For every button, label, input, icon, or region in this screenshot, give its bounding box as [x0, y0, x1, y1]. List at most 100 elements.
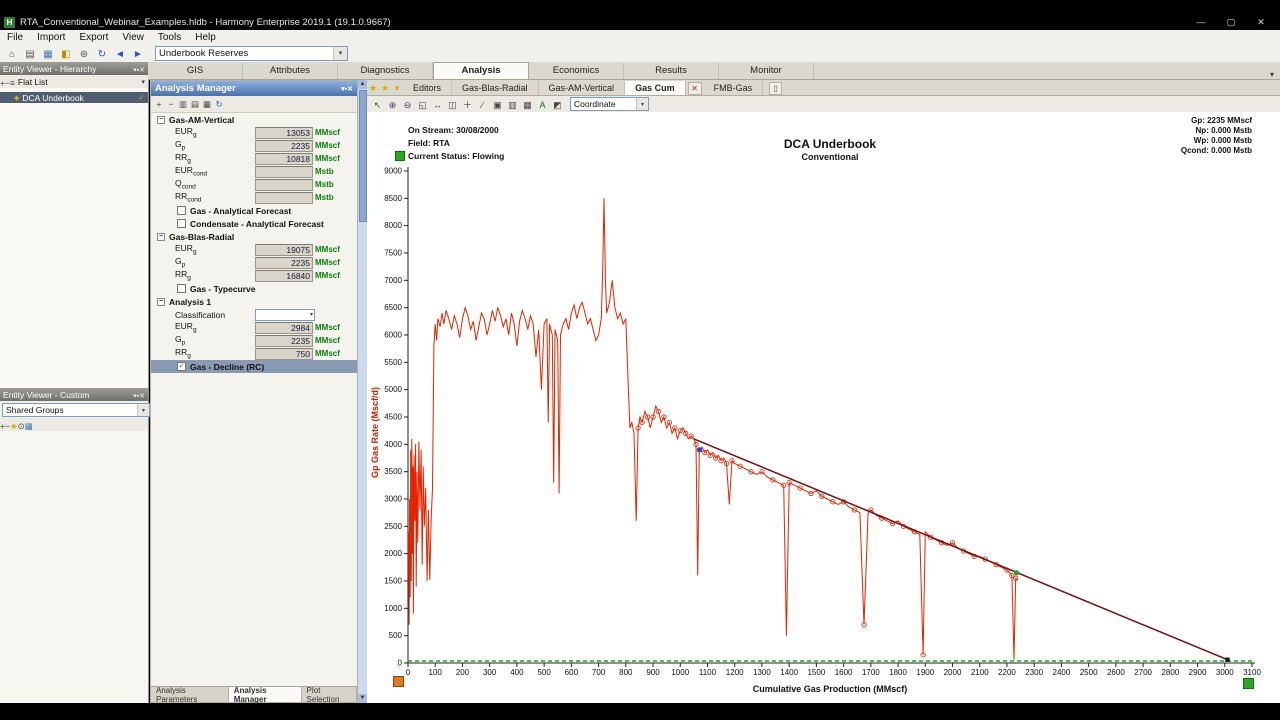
- zoom-window-icon[interactable]: ◱: [415, 99, 430, 112]
- gears-icon[interactable]: ⊛: [76, 48, 92, 62]
- reserves-combo[interactable]: Underbook Reserves ▾: [155, 45, 348, 61]
- add-icon[interactable]: +: [153, 99, 165, 109]
- grid-icon[interactable]: ▦: [520, 99, 535, 112]
- value-input[interactable]: 10818: [255, 152, 313, 165]
- close-button[interactable]: ✕: [1254, 17, 1268, 28]
- axis-lock-icon[interactable]: [393, 676, 404, 687]
- copy-icon[interactable]: ▥: [505, 99, 520, 112]
- columns-icon[interactable]: ▦: [201, 99, 213, 110]
- curve-row-condensate-analytical-forecast[interactable]: Condensate - Analytical Forecast: [151, 217, 357, 230]
- classification-select[interactable]: ▾: [255, 308, 315, 321]
- value-input[interactable]: [255, 191, 313, 204]
- pan-icon[interactable]: ↔: [430, 99, 445, 112]
- close-tab-icon[interactable]: ✕: [687, 82, 702, 95]
- plot-tab-editors[interactable]: Editors: [403, 81, 453, 95]
- plot-tab-gas-cum[interactable]: Gas Cum: [625, 81, 686, 95]
- analysis-manager-scrollbar[interactable]: ▲ ▼: [358, 80, 367, 703]
- scrollbar-thumb[interactable]: [359, 90, 367, 222]
- table-icon[interactable]: ▦: [25, 421, 33, 431]
- chevron-down-icon[interactable]: ▾: [333, 46, 347, 60]
- menu-file[interactable]: File: [0, 32, 30, 43]
- curve-row-gas-typecurve[interactable]: Gas - Typecurve: [151, 282, 357, 295]
- tab-attributes[interactable]: Attributes: [243, 63, 338, 79]
- hierarchy-icon[interactable]: ≡: [10, 78, 15, 88]
- coordinate-combo[interactable]: Coordinate ▾: [570, 97, 649, 111]
- curve-row-gas-decline-rc[interactable]: ✓ Gas - Decline (RC): [151, 360, 357, 373]
- value-input[interactable]: 19075: [255, 243, 313, 256]
- zoom-in-icon[interactable]: ⊕: [385, 99, 400, 112]
- chart-canvas[interactable]: 0500100015002000250030003500400045005000…: [367, 112, 1280, 703]
- line-icon[interactable]: ∕: [475, 99, 490, 112]
- curve-row-gas-analytical-forecast[interactable]: Gas - Analytical Forecast: [151, 204, 357, 217]
- collapse-icon[interactable]: −: [157, 297, 165, 306]
- chevron-down-icon[interactable]: ▾: [141, 78, 145, 86]
- minimize-button[interactable]: —: [1194, 17, 1208, 28]
- tab-gis[interactable]: GIS: [148, 63, 243, 79]
- menu-export[interactable]: Export: [72, 32, 115, 43]
- palette-icon[interactable]: ◧: [58, 48, 74, 62]
- analysis-section-gas-blas-radial[interactable]: − Gas-Blas-Radial: [151, 230, 357, 243]
- value-input[interactable]: [255, 165, 313, 178]
- remove-icon[interactable]: −: [165, 99, 177, 109]
- refresh-icon[interactable]: ↻: [213, 99, 225, 110]
- checkbox[interactable]: [177, 284, 186, 293]
- menu-help[interactable]: Help: [188, 32, 223, 43]
- report-icon[interactable]: ▤: [189, 99, 201, 110]
- checkbox[interactable]: ✓: [177, 362, 186, 371]
- tab-economics[interactable]: Economics: [529, 63, 624, 79]
- new-plot-icon[interactable]: ▯: [769, 82, 783, 95]
- plot-tab-gas-blas-radial[interactable]: Gas-Blas-Radial: [452, 81, 539, 95]
- star-icon[interactable]: ★: [379, 81, 391, 95]
- print-icon[interactable]: ▣: [490, 99, 505, 112]
- menu-import[interactable]: Import: [30, 32, 72, 43]
- search-icon[interactable]: ⊙: [18, 421, 25, 431]
- annotate-icon[interactable]: A: [535, 99, 550, 112]
- chevron-down-icon[interactable]: ▾: [1270, 70, 1274, 79]
- favorite-icon[interactable]: ★: [10, 421, 18, 431]
- menu-view[interactable]: View: [115, 32, 151, 43]
- value-input[interactable]: 2984: [255, 321, 313, 334]
- scroll-down-icon[interactable]: ▼: [358, 694, 367, 703]
- database-icon[interactable]: ▤: [22, 48, 38, 62]
- select-icon[interactable]: ↖: [370, 99, 385, 112]
- collapse-icon[interactable]: −: [157, 232, 165, 241]
- checkbox[interactable]: [177, 219, 186, 228]
- tab-monitor[interactable]: Monitor: [719, 63, 814, 79]
- value-input[interactable]: 2235: [255, 139, 313, 152]
- close-icon[interactable]: ✕: [139, 393, 145, 400]
- close-icon[interactable]: ✕: [347, 86, 353, 93]
- star-icon[interactable]: ★: [367, 81, 379, 95]
- value-input[interactable]: [255, 178, 313, 191]
- close-icon[interactable]: ✕: [139, 67, 145, 74]
- bottom-tab-analysis-parameters[interactable]: Analysis Parameters: [151, 686, 229, 704]
- analysis-section-gas-am-vertical[interactable]: − Gas-AM-Vertical: [151, 113, 357, 126]
- forward-icon[interactable]: ►: [130, 48, 146, 62]
- maximize-button[interactable]: ▢: [1224, 17, 1238, 28]
- chevron-down-icon[interactable]: ▾: [636, 98, 648, 110]
- value-input[interactable]: 13053: [255, 126, 313, 139]
- home-icon[interactable]: ⌂: [4, 48, 20, 62]
- checkbox[interactable]: [177, 206, 186, 215]
- bottom-tab-plot-selection[interactable]: Plot Selection: [302, 686, 357, 704]
- zoom-out-icon[interactable]: ⊖: [400, 99, 415, 112]
- tab-results[interactable]: Results: [624, 63, 719, 79]
- collapse-icon[interactable]: −: [157, 115, 165, 124]
- value-input[interactable]: 750: [255, 347, 313, 360]
- tab-diagnostics[interactable]: Diagnostics: [338, 63, 433, 79]
- chevron-down-icon[interactable]: ▾: [137, 404, 149, 416]
- flat-list-label[interactable]: Flat List: [18, 77, 48, 87]
- table-icon[interactable]: ▦: [40, 48, 56, 62]
- value-input[interactable]: 2235: [255, 334, 313, 347]
- tab-analysis[interactable]: Analysis: [433, 62, 529, 79]
- entity-item-dca-underbook[interactable]: ◆ DCA Underbook ✓: [0, 92, 148, 103]
- autoscale-icon[interactable]: [1243, 678, 1254, 689]
- analysis-section-analysis-1[interactable]: − Analysis 1: [151, 295, 357, 308]
- bottom-tab-analysis-manager[interactable]: Analysis Manager: [228, 686, 302, 704]
- scroll-up-icon[interactable]: ▲: [358, 80, 367, 89]
- crosshair-icon[interactable]: ＋: [460, 98, 475, 111]
- menu-tools[interactable]: Tools: [151, 32, 188, 43]
- color-icon[interactable]: ◩: [550, 99, 565, 112]
- copy-icon[interactable]: ▥: [177, 99, 189, 110]
- plot-tab-fmb-gas[interactable]: FMB-Gas: [704, 81, 764, 95]
- value-input[interactable]: 2235: [255, 256, 313, 269]
